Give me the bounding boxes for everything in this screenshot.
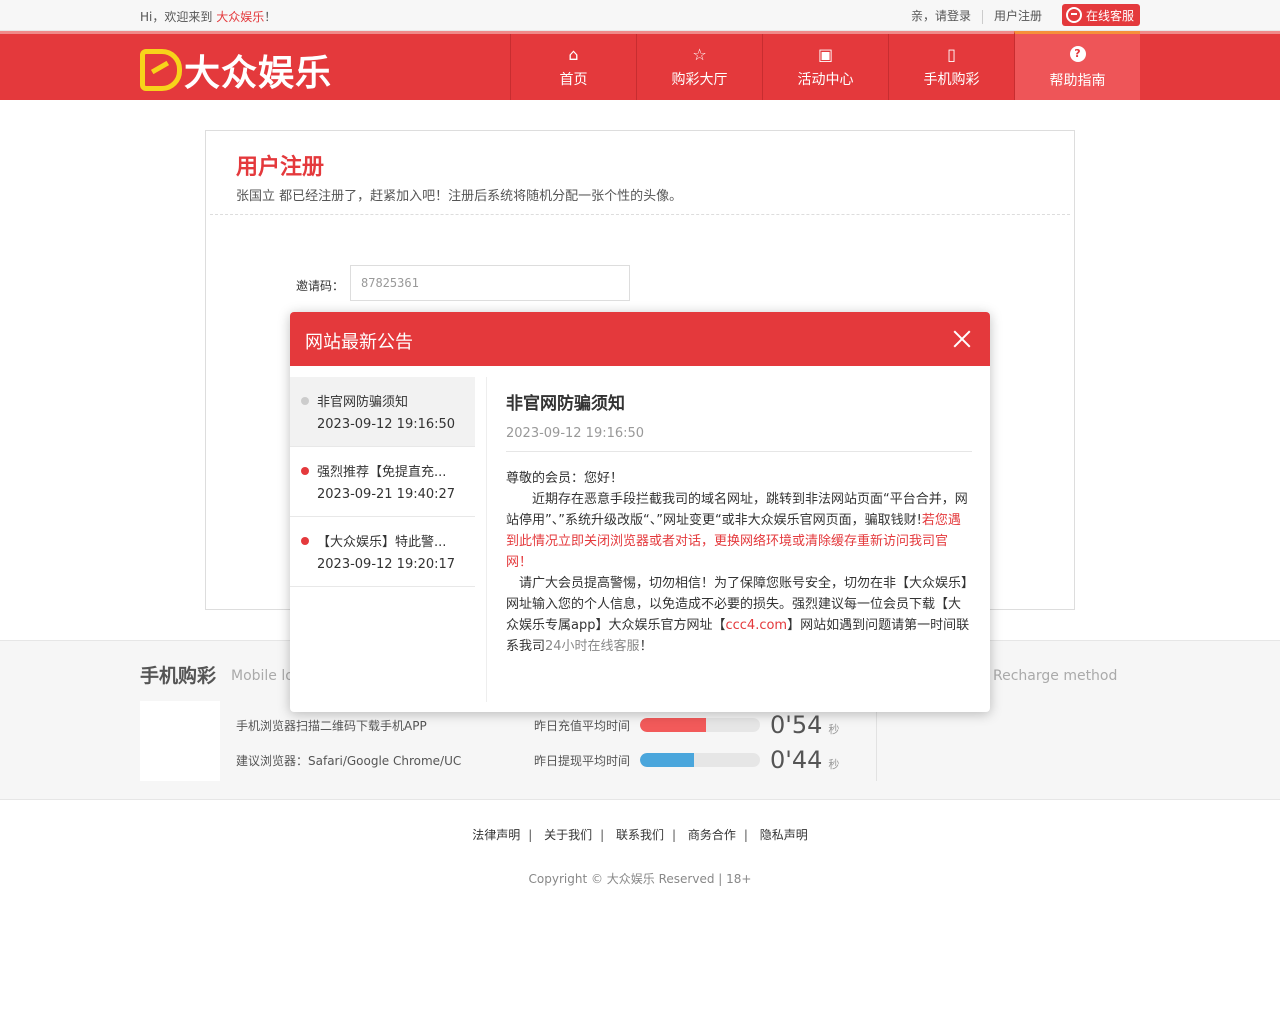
logo-mark-icon xyxy=(140,49,182,91)
content-date: 2023-09-12 19:16:50 xyxy=(506,426,972,452)
recharge-time-bar xyxy=(640,718,761,732)
withdraw-time-stat: 昨日提现平均时间 0'44 秒 xyxy=(534,746,839,774)
footer-link-legal[interactable]: 法律声明 xyxy=(472,828,520,842)
page-title: 用户注册 xyxy=(236,155,325,180)
announcement-list: 非官网防骗须知 2023-09-12 19:16:50 强烈推荐【免提直充...… xyxy=(290,377,487,702)
online-service-label: 在线客服 xyxy=(1085,8,1134,23)
announcement-date: 2023-09-21 19:40:27 xyxy=(317,487,456,502)
site-logo[interactable]: 大众娱乐 xyxy=(140,44,332,96)
nav-label: 活动中心 xyxy=(797,72,854,88)
link-separator: | xyxy=(528,828,533,842)
bullet-dot xyxy=(301,397,309,405)
bar-fill xyxy=(640,718,707,732)
main-nav-bar: 大众娱乐 ⌂ 首页 ☆ 购彩大厅 ▣ 活动中心 ▯ 手机购彩 ? 帮助指南 xyxy=(0,31,1280,100)
bullet-dot xyxy=(301,467,309,475)
online-service-button[interactable]: 在线客服 xyxy=(1061,4,1140,26)
announcement-title: 非官网防骗须知 xyxy=(317,395,409,410)
content-greeting: 尊敬的会员：您好！ xyxy=(506,471,624,486)
welcome-suffix: ！ xyxy=(264,10,277,24)
stat-unit: 秒 xyxy=(828,758,840,771)
stat-unit: 秒 xyxy=(828,723,840,736)
bar-fill xyxy=(640,753,695,767)
content-paragraph: 近期存在恶意手段拦截我司的域名网址，跳转到非法网站页面“平台合并，网站停用”、”… xyxy=(506,489,972,573)
link-separator: | xyxy=(600,828,605,842)
welcome-text: Hi，欢迎来到 大众娱乐！ xyxy=(140,8,276,25)
divider xyxy=(210,214,1070,215)
gift-icon: ▣ xyxy=(817,45,834,64)
welcome-prefix: Hi，欢迎来到 xyxy=(140,10,213,24)
home-icon: ⌂ xyxy=(568,45,579,64)
register-subtitle: 张国立 都已经注册了，赶紧加入吧！注册后系统将随机分配一张个性的头像。 xyxy=(236,189,683,204)
nav-item-activity-center[interactable]: ▣ 活动中心 xyxy=(762,34,888,100)
recharge-time-stat: 昨日充值平均时间 0'54 秒 xyxy=(534,711,839,739)
link-separator: | xyxy=(743,828,748,842)
register-link[interactable]: 用户注册 xyxy=(983,8,1053,24)
qr-code-image xyxy=(140,701,220,781)
content-paragraph: 请广大会员提高警惕，切勿相信！为了保障您账号安全，切勿在非【大众娱乐】网址输入您… xyxy=(506,573,972,657)
nav-label: 手机购彩 xyxy=(923,72,980,88)
content-title: 非官网防骗须知 xyxy=(506,394,625,414)
nav-item-help-guide[interactable]: ? 帮助指南 xyxy=(1014,31,1140,100)
mobile-lottery-title: 手机购彩 xyxy=(140,665,217,687)
nav-label: 购彩大厅 xyxy=(671,72,728,88)
footer-link-about[interactable]: 关于我们 xyxy=(544,828,592,842)
list-item[interactable]: 强烈推荐【免提直充... 2023-09-21 19:40:27 xyxy=(290,447,475,517)
announcement-date: 2023-09-12 19:20:17 xyxy=(317,557,456,572)
announcement-date: 2023-09-12 19:16:50 xyxy=(317,417,456,432)
content-body: 尊敬的会员：您好！ 近期存在恶意手段拦截我司的域名网址，跳转到非法网站页面“平台… xyxy=(506,468,972,657)
nav-item-home[interactable]: ⌂ 首页 xyxy=(510,34,636,100)
list-item[interactable]: 非官网防骗须知 2023-09-12 19:16:50 xyxy=(290,377,475,447)
headset-icon xyxy=(1065,7,1082,23)
divider xyxy=(876,701,877,781)
footer-link-privacy[interactable]: 隐私声明 xyxy=(760,828,808,842)
footer-links: 法律声明 | 关于我们 | 联系我们 | 商务合作 | 隐私声明 xyxy=(0,826,1280,843)
announcement-title: 强烈推荐【免提直充... xyxy=(317,465,447,480)
list-item[interactable]: 【大众娱乐】特此警... 2023-09-12 19:20:17 xyxy=(290,517,475,587)
modal-header: 网站最新公告 xyxy=(290,312,990,366)
browser-tip: 建议浏览器：Safari/Google Chrome/UC xyxy=(236,754,462,768)
announcement-content: 非官网防骗须知 2023-09-12 19:16:50 尊敬的会员：您好！ 近期… xyxy=(506,377,972,657)
star-icon: ☆ xyxy=(692,45,707,64)
invite-code-label: 邀请码： xyxy=(296,279,345,293)
nav-label: 帮助指南 xyxy=(1049,73,1106,89)
nav-item-lottery-hall[interactable]: ☆ 购彩大厅 xyxy=(636,34,762,100)
close-icon[interactable] xyxy=(952,329,972,349)
withdraw-time-bar xyxy=(640,753,761,767)
announcement-title: 【大众娱乐】特此警... xyxy=(317,535,447,550)
official-site-link[interactable]: ccc4.com xyxy=(725,618,787,633)
welcome-brand-link[interactable]: 大众娱乐 xyxy=(216,10,264,24)
login-link[interactable]: 亲，请登录 xyxy=(900,8,982,24)
modal-title: 网站最新公告 xyxy=(305,332,413,353)
footer-link-business[interactable]: 商务合作 xyxy=(688,828,736,842)
nav-label: 首页 xyxy=(559,72,588,88)
footer-link-contact[interactable]: 联系我们 xyxy=(616,828,664,842)
qr-tip: 手机浏览器扫描二维码下载手机APP xyxy=(236,719,427,733)
mobile-icon: ▯ xyxy=(947,45,956,64)
top-bar: Hi，欢迎来到 大众娱乐！ 亲，请登录 用户注册 在线客服 xyxy=(0,0,1280,31)
content-text: 近期存在恶意手段拦截我司的域名网址，跳转到非法网站页面“平台合并，网站停用”、”… xyxy=(506,492,968,528)
content-text: ！ xyxy=(639,639,653,654)
nav-item-mobile-lottery[interactable]: ▯ 手机购彩 xyxy=(888,34,1014,100)
announcement-modal: 网站最新公告 非官网防骗须知 2023-09-12 19:16:50 强烈推荐【… xyxy=(290,312,990,712)
stat-value: 0'44 xyxy=(770,746,823,774)
bullet-dot xyxy=(301,537,309,545)
logo-text: 大众娱乐 xyxy=(184,53,333,94)
recharge-method-subtitle: Recharge method xyxy=(993,668,1118,684)
online-service-link[interactable]: 24小时在线客服 xyxy=(545,639,640,654)
link-separator: | xyxy=(672,828,677,842)
invite-code-input[interactable]: 87825361 xyxy=(350,265,630,301)
main-nav: ⌂ 首页 ☆ 购彩大厅 ▣ 活动中心 ▯ 手机购彩 ? 帮助指南 xyxy=(510,31,1140,100)
stat-value: 0'54 xyxy=(770,711,823,739)
copyright: Copyright © 大众娱乐 Reserved | 18+ xyxy=(528,872,752,886)
help-icon: ? xyxy=(1069,46,1086,62)
stat-label: 昨日提现平均时间 xyxy=(534,753,631,768)
stat-label: 昨日充值平均时间 xyxy=(534,718,631,733)
